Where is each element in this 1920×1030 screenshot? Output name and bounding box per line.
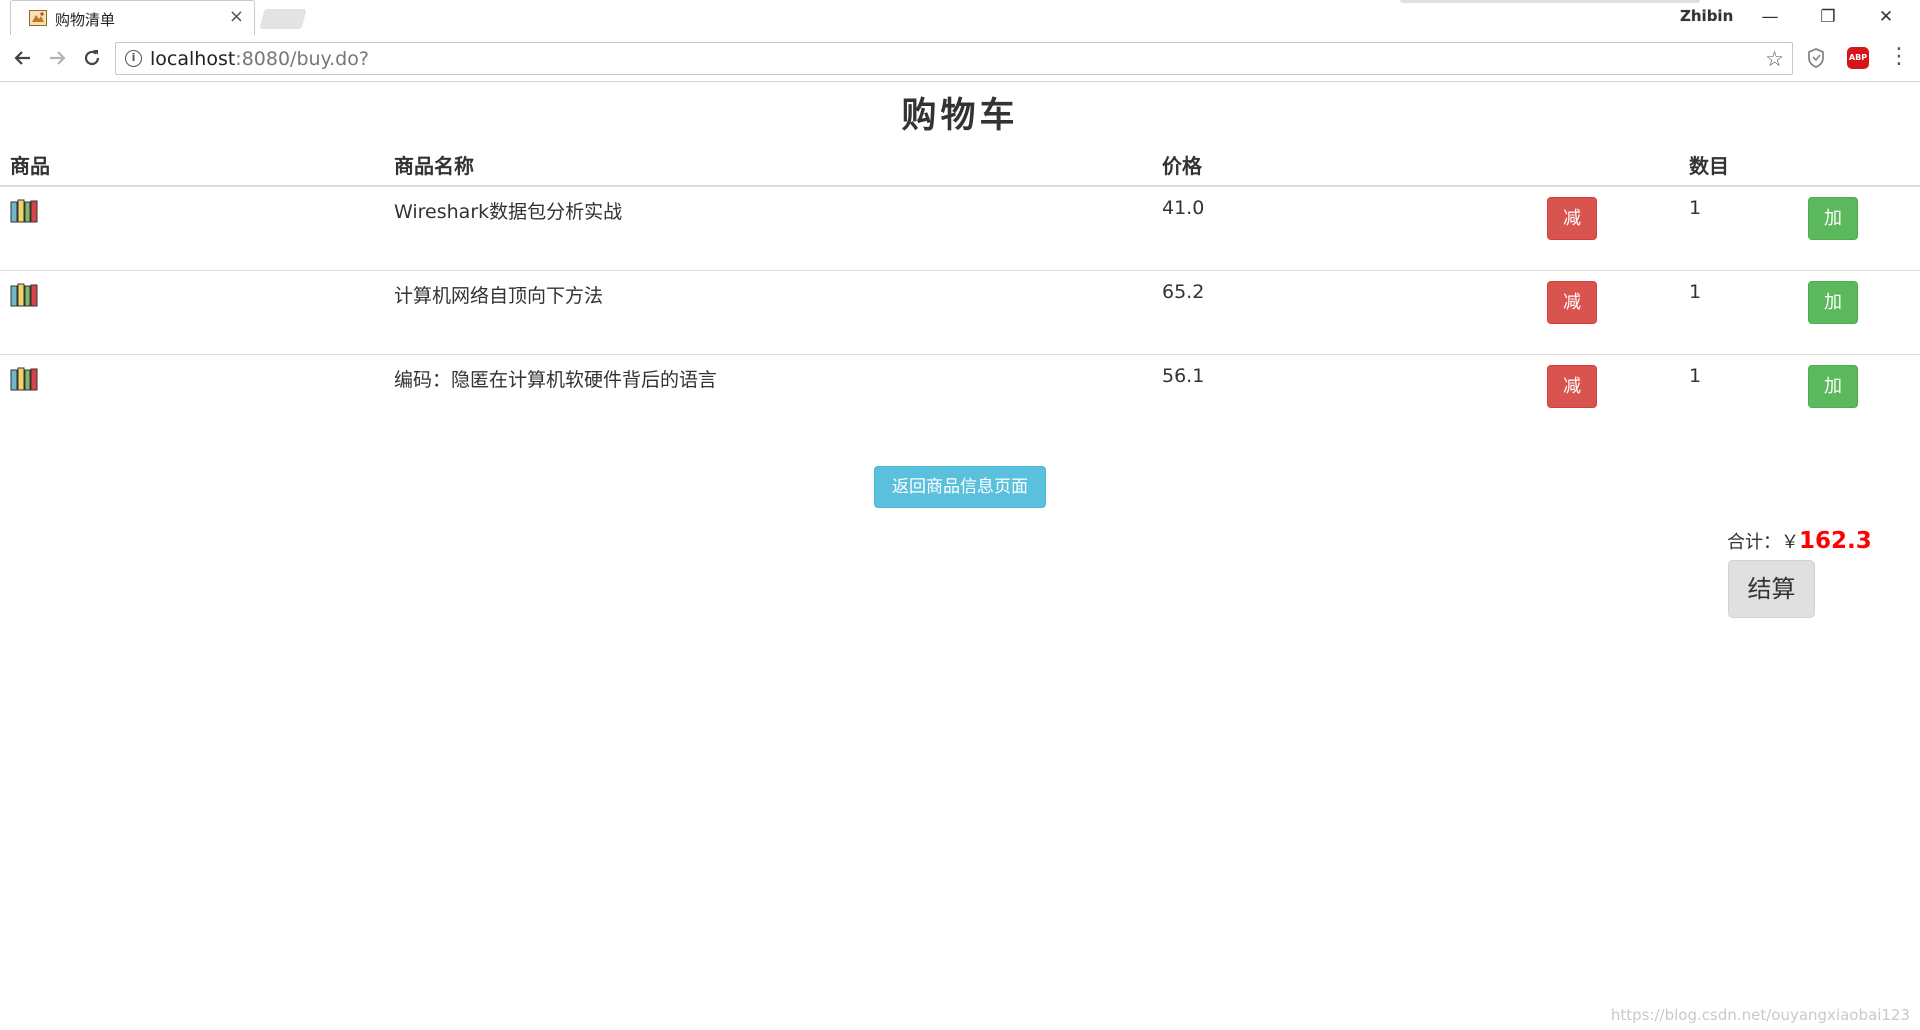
window-top-edge xyxy=(1400,0,1700,3)
product-price: 41.0 xyxy=(1152,186,1537,271)
books-icon xyxy=(10,283,38,306)
menu-icon[interactable]: ⋮ xyxy=(1888,44,1910,70)
address-bar[interactable]: i localhost:8080/buy.do? ☆ xyxy=(115,42,1793,75)
watermark: https://blog.csdn.net/ouyangxiaobai123 xyxy=(1610,1006,1910,1024)
increase-button[interactable]: 加 xyxy=(1808,280,1858,324)
header-spacer xyxy=(1537,144,1679,187)
tab-title: 购物清单 xyxy=(55,11,116,29)
url-path: :8080/buy.do? xyxy=(235,48,369,70)
minus-cell: 减 xyxy=(1537,354,1679,438)
total-value: 162.3 xyxy=(1799,528,1872,554)
product-name: 编码：隐匿在计算机软硬件背后的语言 xyxy=(394,368,718,391)
profile-name[interactable]: Zhibin xyxy=(1680,7,1733,25)
decrease-button[interactable]: 减 xyxy=(1547,280,1597,324)
table-row: 编码：隐匿在计算机软硬件背后的语言 56.1 减 1 加 xyxy=(0,354,1920,438)
increase-button[interactable]: 加 xyxy=(1808,197,1858,240)
new-tab-button[interactable] xyxy=(259,9,307,29)
product-image-cell xyxy=(0,354,384,438)
browser-tab[interactable]: 购物清单 × xyxy=(10,0,255,35)
browser-toolbar: i localhost:8080/buy.do? ☆ ABP ⋮ xyxy=(0,35,1920,82)
info-icon[interactable]: i xyxy=(125,50,142,67)
plus-cell: 加 xyxy=(1798,354,1920,438)
product-qty: 1 xyxy=(1679,186,1798,271)
header-spacer xyxy=(1798,144,1920,187)
title-bar: 购物清单 × Zhibin — ❐ ✕ xyxy=(0,0,1920,35)
cart-table: 商品 商品名称 价格 数目 Wireshark数据包分析实战 41.0 减 1 … xyxy=(0,144,1920,438)
page-content: 购物车 商品 商品名称 价格 数目 Wireshark数据包分析实战 41.0 … xyxy=(0,82,1920,1030)
shield-icon[interactable] xyxy=(1806,47,1826,69)
total-label: 合计：￥ xyxy=(1727,532,1799,553)
page-title: 购物车 xyxy=(901,95,1019,136)
url-text[interactable]: localhost:8080/buy.do? xyxy=(150,48,369,70)
reload-icon[interactable] xyxy=(79,45,105,71)
star-icon[interactable]: ☆ xyxy=(1765,47,1784,71)
header-qty: 数目 xyxy=(1679,144,1798,187)
decrease-button[interactable]: 减 xyxy=(1547,197,1597,240)
favicon-icon xyxy=(29,10,47,26)
plus-cell: 加 xyxy=(1798,270,1920,355)
product-price: 56.1 xyxy=(1162,364,1205,387)
minus-cell: 减 xyxy=(1537,186,1679,271)
books-icon xyxy=(10,199,38,223)
product-qty: 1 xyxy=(1689,364,1702,387)
product-image-cell xyxy=(0,186,384,271)
books-icon xyxy=(10,367,38,390)
forward-arrow-icon[interactable] xyxy=(44,45,70,71)
plus-cell: 加 xyxy=(1798,186,1920,271)
header-name: 商品名称 xyxy=(384,144,1152,187)
back-arrow-icon[interactable] xyxy=(10,45,36,71)
cart-total: 合计：￥162.3 xyxy=(1727,528,1872,554)
decrease-button[interactable]: 减 xyxy=(1547,364,1597,408)
back-to-products-button[interactable]: 返回商品信息页面 xyxy=(874,466,1046,508)
product-name: Wireshark数据包分析实战 xyxy=(384,186,1152,271)
product-qty: 1 xyxy=(1679,270,1798,355)
close-window-button[interactable]: ✕ xyxy=(1866,4,1906,30)
url-host: localhost xyxy=(150,48,236,70)
product-price: 65.2 xyxy=(1152,270,1537,355)
tab-close-icon[interactable]: × xyxy=(229,7,244,27)
header-price: 价格 xyxy=(1152,144,1537,187)
table-header-row: 商品 商品名称 价格 数目 xyxy=(0,144,1920,187)
product-name: 计算机网络自顶向下方法 xyxy=(384,270,1152,355)
minimize-button[interactable]: — xyxy=(1750,4,1790,30)
increase-button[interactable]: 加 xyxy=(1808,364,1858,408)
checkout-button[interactable]: 结算 xyxy=(1728,560,1815,618)
header-image: 商品 xyxy=(0,144,384,187)
product-image-cell xyxy=(0,270,384,355)
table-row: 计算机网络自顶向下方法 65.2 减 1 加 xyxy=(0,270,1920,355)
minus-cell: 减 xyxy=(1537,270,1679,355)
abp-icon[interactable]: ABP xyxy=(1847,47,1869,69)
table-row: Wireshark数据包分析实战 41.0 减 1 加 xyxy=(0,186,1920,271)
restore-button[interactable]: ❐ xyxy=(1808,4,1848,30)
